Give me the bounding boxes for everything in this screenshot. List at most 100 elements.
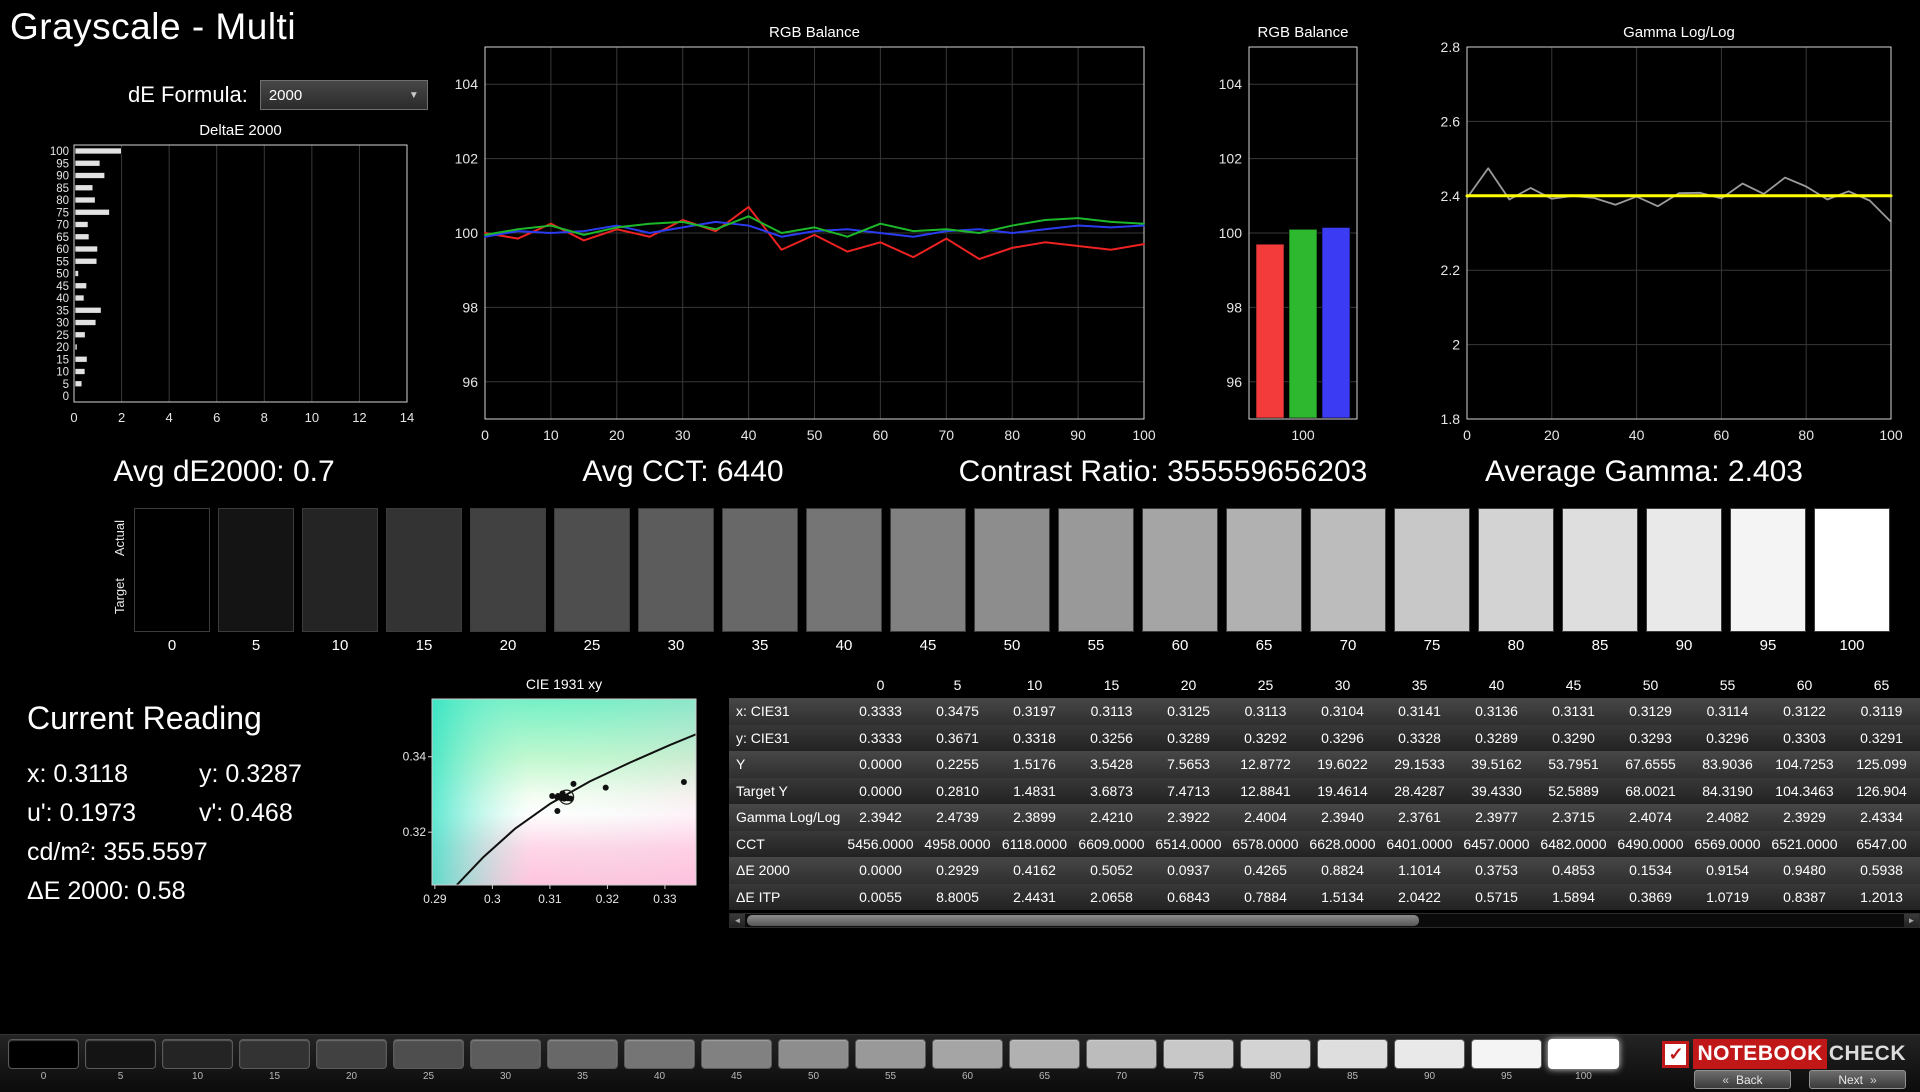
scrollbar-track[interactable]	[745, 914, 1904, 927]
table-cell: 12.8772	[1227, 756, 1304, 772]
pattern-thumb-swatch[interactable]	[85, 1039, 156, 1069]
grayscale-level-label: 25	[554, 637, 630, 654]
pattern-thumb-45[interactable]: 45	[701, 1039, 772, 1082]
svg-text:5: 5	[63, 379, 69, 391]
pattern-thumb-10[interactable]: 10	[162, 1039, 233, 1082]
svg-text:40: 40	[56, 293, 69, 305]
grayscale-patch-35: 35	[722, 508, 798, 654]
pattern-thumb-65[interactable]: 65	[1009, 1039, 1080, 1082]
pattern-thumb-swatch[interactable]	[239, 1039, 310, 1069]
scroll-left-arrow[interactable]: ◄	[730, 914, 745, 927]
pattern-thumb-swatch[interactable]	[855, 1039, 926, 1069]
grayscale-patch-100: 100	[1814, 508, 1890, 654]
svg-text:60: 60	[873, 427, 889, 443]
table-row-label: Y	[729, 756, 842, 772]
svg-text:100: 100	[1132, 427, 1156, 443]
svg-text:20: 20	[1544, 427, 1560, 443]
grayscale-swatch	[302, 508, 378, 632]
pattern-thumb-70[interactable]: 70	[1086, 1039, 1157, 1082]
pattern-thumb-75[interactable]: 75	[1163, 1039, 1234, 1082]
table-row: y: CIE310.33330.36710.33180.32560.32890.…	[729, 725, 1920, 752]
svg-text:30: 30	[675, 427, 691, 443]
table-row-label: CCT	[729, 836, 842, 852]
table-cell: 0.3289	[1150, 730, 1227, 746]
table-cell: 0.3318	[996, 730, 1073, 746]
pattern-thumb-swatch[interactable]	[8, 1039, 79, 1069]
pattern-thumb-swatch[interactable]	[1009, 1039, 1080, 1069]
pattern-thumb-swatch[interactable]	[624, 1039, 695, 1069]
svg-text:30: 30	[56, 318, 69, 330]
de-formula-value: 2000	[269, 87, 302, 104]
table-cell: 4958.0000	[919, 836, 996, 852]
grayscale-level-label: 65	[1226, 637, 1302, 654]
pattern-thumb-0[interactable]: 0	[8, 1039, 79, 1082]
pattern-thumb-label: 75	[1163, 1071, 1234, 1082]
scrollbar-thumb[interactable]	[747, 915, 1419, 926]
pattern-thumb-swatch[interactable]	[1317, 1039, 1388, 1069]
pattern-thumb-90[interactable]: 90	[1394, 1039, 1465, 1082]
table-cell: 6482.0000	[1535, 836, 1612, 852]
table-horizontal-scrollbar[interactable]: ◄ ►	[729, 913, 1920, 928]
pattern-thumb-swatch[interactable]	[470, 1039, 541, 1069]
pattern-thumb-swatch[interactable]	[316, 1039, 387, 1069]
pattern-thumb-5[interactable]: 5	[85, 1039, 156, 1082]
scroll-right-arrow[interactable]: ►	[1904, 914, 1919, 927]
table-cell: 6609.0000	[1073, 836, 1150, 852]
pattern-thumb-swatch[interactable]	[1086, 1039, 1157, 1069]
pattern-thumb-50[interactable]: 50	[778, 1039, 849, 1082]
grayscale-patch-0: 0	[134, 508, 210, 654]
table-cell: 2.3715	[1535, 809, 1612, 825]
pattern-thumb-80[interactable]: 80	[1240, 1039, 1311, 1082]
current-reading-value: ΔE 2000: 0.58	[27, 872, 199, 911]
pattern-thumb-label: 55	[855, 1071, 926, 1082]
pattern-thumb-25[interactable]: 25	[393, 1039, 464, 1082]
table-cell: 0.0000	[842, 756, 919, 772]
table-col-header: 5	[919, 677, 996, 693]
calman-window: Grayscale - Multi dE Formula: 2000 ▼ Del…	[0, 0, 1920, 1092]
pattern-thumb-85[interactable]: 85	[1317, 1039, 1388, 1082]
pattern-thumb-swatch[interactable]	[1163, 1039, 1234, 1069]
back-button[interactable]: « Back	[1694, 1070, 1791, 1089]
svg-text:80: 80	[1798, 427, 1814, 443]
table-row-label: ΔE ITP	[729, 889, 842, 905]
pattern-thumb-swatch[interactable]	[701, 1039, 772, 1069]
page-title: Grayscale - Multi	[10, 6, 296, 48]
next-button[interactable]: Next »	[1809, 1070, 1906, 1089]
table-cell: 2.4082	[1689, 809, 1766, 825]
pattern-thumb-swatch[interactable]	[1394, 1039, 1465, 1069]
pattern-thumb-95[interactable]: 95	[1471, 1039, 1542, 1082]
pattern-thumb-swatch[interactable]	[547, 1039, 618, 1069]
table-cell: 0.3122	[1766, 703, 1843, 719]
pattern-thumb-60[interactable]: 60	[932, 1039, 1003, 1082]
pattern-thumb-35[interactable]: 35	[547, 1039, 618, 1082]
table-cell: 1.0719	[1689, 889, 1766, 905]
pattern-thumb-30[interactable]: 30	[470, 1039, 541, 1082]
pattern-thumb-15[interactable]: 15	[239, 1039, 310, 1082]
grayscale-patch-15: 15	[386, 508, 462, 654]
grayscale-swatch	[1310, 508, 1386, 632]
grayscale-swatch	[470, 508, 546, 632]
de-formula-label: dE Formula:	[128, 82, 248, 108]
pattern-thumb-55[interactable]: 55	[855, 1039, 926, 1082]
pattern-thumb-label: 35	[547, 1071, 618, 1082]
svg-text:0.32: 0.32	[596, 892, 620, 906]
pattern-thumb-swatch[interactable]	[393, 1039, 464, 1069]
pattern-thumb-40[interactable]: 40	[624, 1039, 695, 1082]
table-cell: 0.5715	[1458, 889, 1535, 905]
pattern-thumb-swatch[interactable]	[162, 1039, 233, 1069]
grayscale-swatch	[1646, 508, 1722, 632]
pattern-thumb-swatch[interactable]	[932, 1039, 1003, 1069]
table-row-label: Target Y	[729, 783, 842, 799]
table-cell: 0.3290	[1535, 730, 1612, 746]
pattern-thumb-20[interactable]: 20	[316, 1039, 387, 1082]
svg-text:98: 98	[462, 299, 478, 315]
grayscale-level-label: 30	[638, 637, 714, 654]
pattern-thumb-swatch[interactable]	[1548, 1039, 1619, 1069]
de-formula-dropdown[interactable]: 2000 ▼	[260, 80, 428, 110]
pattern-thumb-swatch[interactable]	[778, 1039, 849, 1069]
pattern-thumb-label: 100	[1548, 1071, 1619, 1082]
pattern-thumb-100[interactable]: 100	[1548, 1039, 1619, 1082]
pattern-thumb-swatch[interactable]	[1240, 1039, 1311, 1069]
pattern-thumb-swatch[interactable]	[1471, 1039, 1542, 1069]
grayscale-swatch	[1394, 508, 1470, 632]
